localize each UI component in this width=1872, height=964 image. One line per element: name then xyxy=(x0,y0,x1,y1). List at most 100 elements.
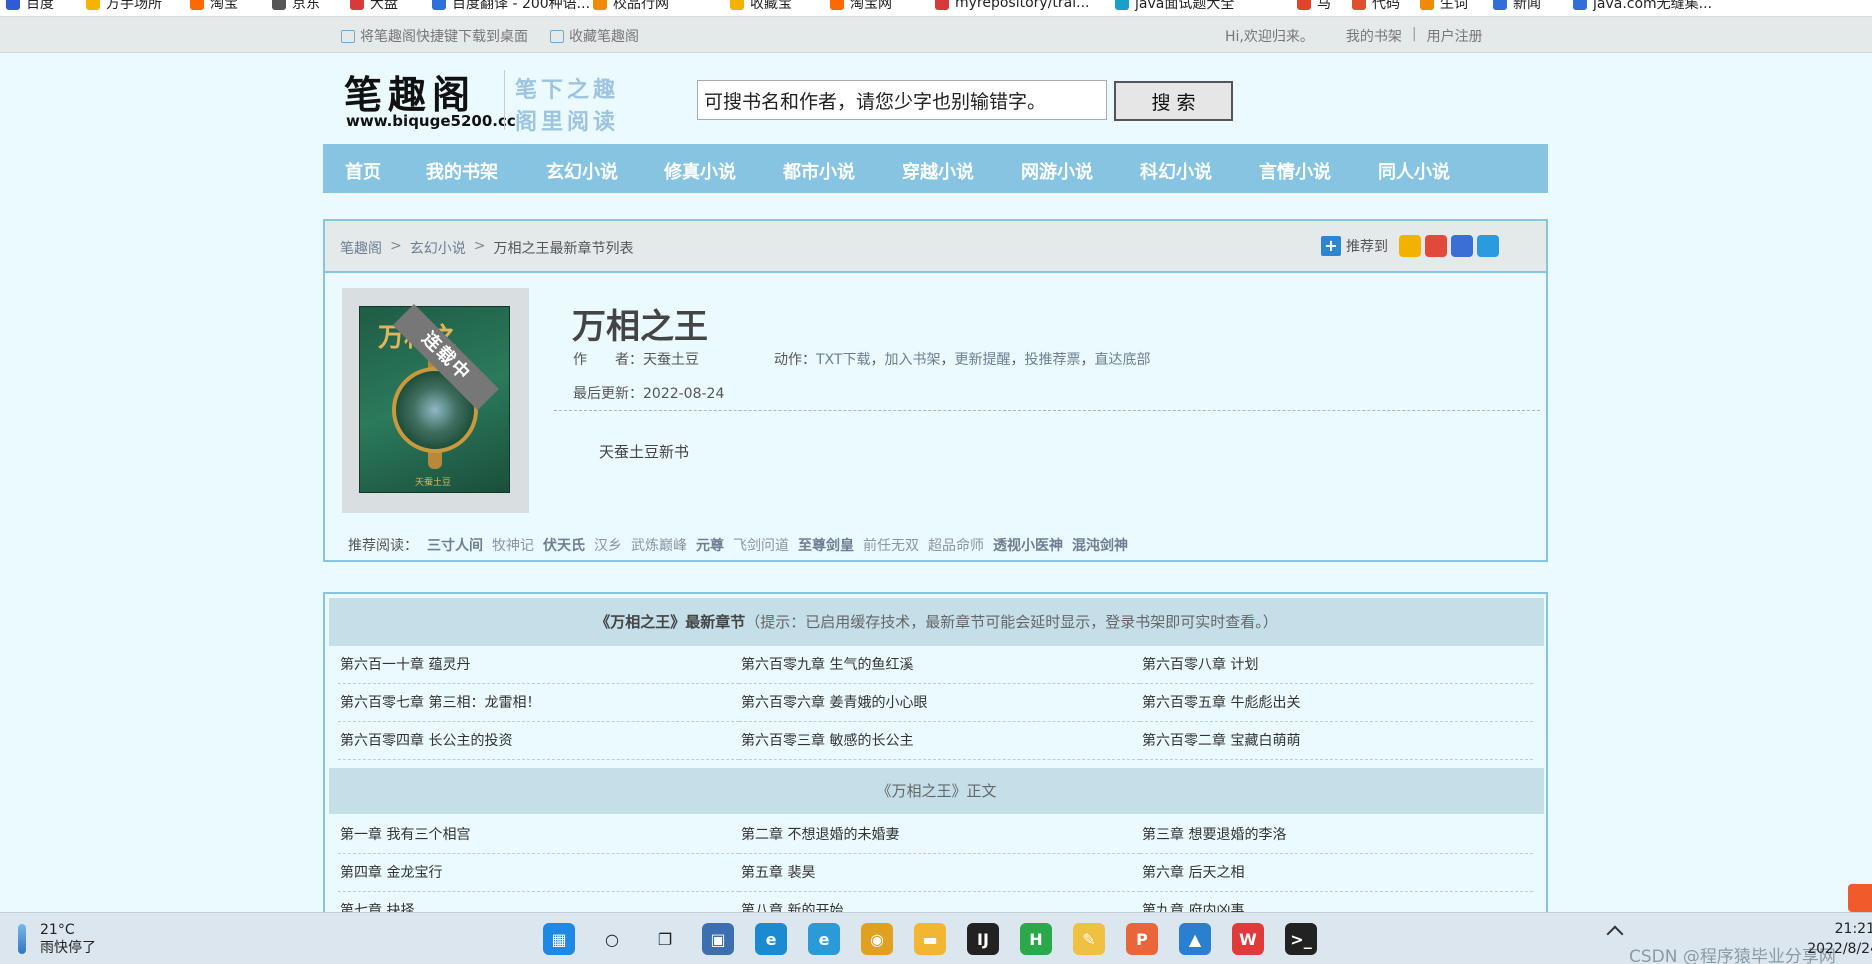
bookmark-item[interactable]: 生词 xyxy=(1420,0,1468,12)
chapter-link[interactable]: 第六章 后天之相 xyxy=(1140,854,1533,892)
go-bottom-link[interactable]: 直达底部 xyxy=(1094,352,1150,368)
photos-icon[interactable]: ▲ xyxy=(1179,923,1211,955)
clock-time[interactable]: 21:21 xyxy=(1815,921,1872,937)
chapter-link[interactable]: 第六百零五章 牛彪彪出关 xyxy=(1140,684,1533,722)
bookmark-item[interactable]: 校品行网 xyxy=(593,0,669,12)
search-button[interactable]: 搜 索 xyxy=(1114,81,1233,121)
temperature: 21°C xyxy=(40,922,75,938)
chapter-link[interactable]: 第六百零八章 计划 xyxy=(1140,646,1533,684)
tray-expand-icon[interactable] xyxy=(1606,925,1624,943)
add-bookshelf-link[interactable]: 加入书架 xyxy=(884,352,940,368)
bookmark-label: 马 xyxy=(1317,0,1331,12)
bookmark-favicon-icon xyxy=(593,0,607,10)
hbuilder-icon[interactable]: H xyxy=(1020,923,1052,955)
nav-item-wangyou[interactable]: 网游小说 xyxy=(1021,158,1093,184)
chapter-link[interactable]: 第六百零四章 长公主的投资 xyxy=(338,722,739,760)
baidu-icon[interactable] xyxy=(1451,235,1473,257)
chapter-link[interactable]: 第二章 不想退婚的未婚妻 xyxy=(739,816,1140,854)
powerpoint-icon[interactable]: P xyxy=(1126,923,1158,955)
bookmark-item[interactable]: 收藏宝 xyxy=(730,0,792,12)
nav-item-yanqing[interactable]: 言情小说 xyxy=(1259,158,1331,184)
search-input[interactable] xyxy=(697,80,1107,120)
recommend-link[interactable]: 汉乡 xyxy=(594,535,622,555)
recommend-link[interactable]: 飞剑问道 xyxy=(733,535,789,555)
chapter-link[interactable]: 第六百零三章 敏感的长公主 xyxy=(739,722,1140,760)
chapter-link[interactable]: 第一章 我有三个相宫 xyxy=(338,816,739,854)
chapter-link[interactable]: 第六百零九章 生气的鱼红溪 xyxy=(739,646,1140,684)
chrome-icon[interactable]: ◉ xyxy=(861,923,893,955)
side-feedback-tab[interactable] xyxy=(1848,884,1872,912)
recommend-link[interactable]: 超品命师 xyxy=(928,535,984,555)
bookmark-item[interactable]: java.com无缝集... xyxy=(1573,0,1712,12)
terminal-icon[interactable]: >_ xyxy=(1285,923,1317,955)
clock-date[interactable]: 2022/8/24 xyxy=(1779,941,1872,957)
recommend-link[interactable]: 武炼巅峰 xyxy=(631,535,687,555)
recommend-link[interactable]: 牧神记 xyxy=(492,535,534,555)
bookmark-item[interactable]: 淘宝 xyxy=(190,0,238,12)
add-shortcut-link[interactable]: 将笔趣阁快捷键下载到桌面 xyxy=(341,26,528,46)
share-label[interactable]: 推荐到 xyxy=(1346,236,1388,256)
chapter-link[interactable]: 第六百零六章 姜青娥的小心眼 xyxy=(739,684,1140,722)
nav-item-xuanhuan[interactable]: 玄幻小说 xyxy=(546,158,618,184)
intellij-icon[interactable]: IJ xyxy=(967,923,999,955)
recommend-link[interactable]: 至尊剑皇 xyxy=(798,535,854,555)
bookmark-item[interactable]: 方手场所 xyxy=(86,0,162,12)
share-plus-icon[interactable]: + xyxy=(1321,236,1341,256)
recommend-link[interactable]: 三寸人间 xyxy=(427,535,483,555)
bookmark-item[interactable]: 大盘 xyxy=(350,0,398,12)
weibo-icon[interactable] xyxy=(1425,235,1447,257)
favorite-link[interactable]: 收藏笔趣阁 xyxy=(550,26,639,46)
bookmark-item[interactable]: 代码 xyxy=(1352,0,1400,12)
weather-widget[interactable]: 21°C 雨快停了 xyxy=(18,921,96,957)
bookmark-item[interactable]: java面试题大全 xyxy=(1115,0,1234,12)
breadcrumb-home[interactable]: 笔趣阁 xyxy=(340,238,382,258)
bookmark-item[interactable]: 百度翻译 - 200种语... xyxy=(432,0,590,12)
nav-item-tongren[interactable]: 同人小说 xyxy=(1378,158,1450,184)
bookmark-item[interactable]: 百度 xyxy=(6,0,54,12)
vote-link[interactable]: 投推荐票 xyxy=(1024,352,1080,368)
recommend-link[interactable]: 混沌剑神 xyxy=(1072,535,1128,555)
chapter-link[interactable]: 第六百一十章 蕴灵丹 xyxy=(338,646,739,684)
bookmark-item[interactable]: 马 xyxy=(1297,0,1331,12)
bookmark-item[interactable]: 淘宝网 xyxy=(830,0,892,12)
nav-item-bookshelf[interactable]: 我的书架 xyxy=(426,158,498,184)
bookshelf-link[interactable]: 我的书架 xyxy=(1346,26,1402,46)
bookmark-item[interactable]: 新闻 xyxy=(1493,0,1541,12)
update-reminder-link[interactable]: 更新提醒 xyxy=(954,352,1010,368)
search-icon[interactable]: ○ xyxy=(596,923,628,955)
site-logo[interactable]: 笔趣阁 www.biquge5200.cc 笔下之趣 阁里阅读 xyxy=(344,64,644,135)
bookmark-label: 新闻 xyxy=(1513,0,1541,12)
nav-item-dushi[interactable]: 都市小说 xyxy=(783,158,855,184)
chapter-link[interactable]: 第五章 裴昊 xyxy=(739,854,1140,892)
breadcrumb-category[interactable]: 玄幻小说 xyxy=(410,238,466,258)
recommend-link[interactable]: 伏天氏 xyxy=(543,535,585,555)
windows-start-icon[interactable]: ▦ xyxy=(543,923,575,955)
wps-icon[interactable]: W xyxy=(1232,923,1264,955)
ie-icon[interactable]: e xyxy=(808,923,840,955)
bookmark-item[interactable]: 京东 xyxy=(272,0,320,12)
file-explorer-icon[interactable]: ▬ xyxy=(914,923,946,955)
network-app-icon[interactable]: ▣ xyxy=(702,923,734,955)
chapter-link[interactable]: 第三章 想要退婚的李洛 xyxy=(1140,816,1533,854)
edge-icon[interactable]: e xyxy=(755,923,787,955)
book-cover[interactable]: 万相之 天蚕土豆 连载中 xyxy=(342,288,529,513)
nav-item-xiuzhen[interactable]: 修真小说 xyxy=(664,158,736,184)
chapter-link[interactable]: 第六百零二章 宝藏白萌萌 xyxy=(1140,722,1533,760)
chapter-link[interactable]: 第六百零七章 第三相：龙雷相！ xyxy=(338,684,739,722)
nav-item-kehuan[interactable]: 科幻小说 xyxy=(1140,158,1212,184)
nav-item-home[interactable]: 首页 xyxy=(345,158,381,184)
notes-icon[interactable]: ✎ xyxy=(1073,923,1105,955)
qzone-icon[interactable] xyxy=(1399,235,1421,257)
recommend-link[interactable]: 透视小医神 xyxy=(993,535,1063,555)
taskbar: 21°C 雨快停了 ▦ ○ ❐ ▣ e e ◉ ▬ IJ H ✎ P ▲ W >_ CSDN @程序猿毕业分… xyxy=(0,912,1872,964)
recommend-link[interactable]: 前任无双 xyxy=(863,535,919,555)
register-link[interactable]: 用户注册 xyxy=(1427,26,1483,46)
task-view-icon[interactable]: ❐ xyxy=(649,923,681,955)
nav-item-chuanyue[interactable]: 穿越小说 xyxy=(902,158,974,184)
intro-divider xyxy=(554,410,1540,411)
qq-icon[interactable] xyxy=(1477,235,1499,257)
recommend-link[interactable]: 元尊 xyxy=(696,535,724,555)
txt-download-link[interactable]: TXT下载 xyxy=(816,352,870,368)
bookmark-item[interactable]: myrepository/trai... xyxy=(935,0,1090,12)
chapter-link[interactable]: 第四章 金龙宝行 xyxy=(338,854,739,892)
